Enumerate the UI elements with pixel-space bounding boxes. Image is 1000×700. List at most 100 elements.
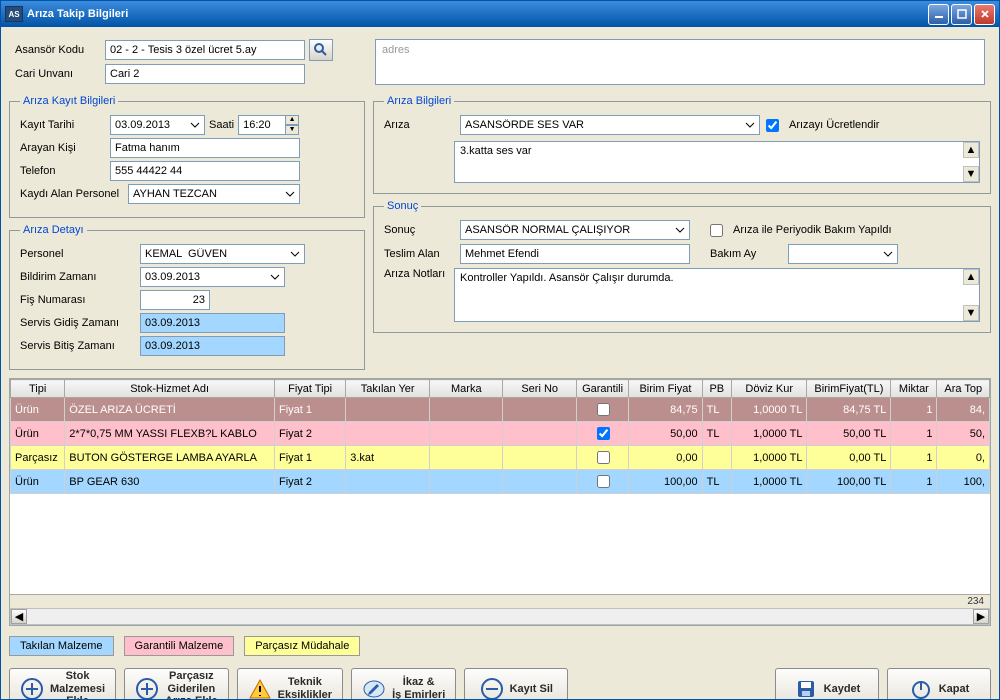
saati-label: Saati (209, 119, 234, 131)
bakim-checkbox[interactable] (710, 224, 723, 237)
col-header[interactable]: Fiyat Tipi (274, 380, 345, 398)
garantili-checkbox[interactable] (597, 451, 610, 464)
kapat-button[interactable]: Kapat (887, 668, 991, 699)
h-scrollbar[interactable]: ◀ ▶ (10, 608, 990, 625)
col-header[interactable]: PB (702, 380, 731, 398)
col-header[interactable]: Garantili (576, 380, 628, 398)
kayit-personel-label: Kaydı Alan Personel (20, 188, 128, 200)
legend-garantili: Garantili Malzeme (124, 636, 235, 656)
warning-icon (248, 677, 272, 699)
legend-takilan: Takılan Malzeme (9, 636, 114, 656)
telefon-input[interactable] (110, 161, 300, 181)
parcasiz-ekle-label: ParçasızGiderilenArıza Ekle (165, 670, 218, 699)
minus-icon (480, 677, 504, 699)
scroll-up-icon[interactable]: ▲ (963, 269, 979, 285)
notlar-text: Kontroller Yapıldı. Asansör Çalışır duru… (460, 272, 674, 284)
power-icon (909, 677, 933, 699)
detay-personel-label: Personel (20, 248, 140, 260)
scroll-down-icon[interactable]: ▼ (963, 305, 979, 321)
sonuc-group: Sonuç Sonuç Arıza ile Periyodik Bakım Ya… (373, 200, 991, 333)
detay-personel-input[interactable] (140, 244, 305, 264)
teknik-label: TeknikEksiklikler (278, 676, 332, 699)
col-header[interactable]: BirimFiyat(TL) (807, 380, 891, 398)
col-header[interactable]: Ara Top (937, 380, 990, 398)
pen-icon (362, 677, 386, 699)
fis-input[interactable] (140, 290, 210, 310)
teslim-label: Teslim Alan (384, 248, 454, 260)
items-grid[interactable]: TipiStok-Hizmet AdıFiyat TipiTakılan Yer… (9, 378, 991, 626)
ariza-detay-group: Arıza Detayı Personel Bildirim Zamanı Fi… (9, 224, 365, 370)
minimize-button[interactable] (928, 4, 949, 25)
col-header[interactable]: Tipi (11, 380, 65, 398)
teslim-input[interactable] (460, 244, 690, 264)
saati-input[interactable] (238, 115, 286, 135)
scroll-left-icon[interactable]: ◀ (11, 609, 27, 624)
col-header[interactable]: Miktar (891, 380, 937, 398)
bakimay-combo[interactable] (788, 244, 898, 264)
ikaz-button[interactable]: İkaz &İş Emirleri (351, 668, 456, 699)
kayit-tarihi-label: Kayıt Tarihi (20, 119, 110, 131)
gidis-input[interactable] (140, 313, 285, 333)
garantili-checkbox[interactable] (597, 427, 610, 440)
asansor-kodu-input[interactable] (105, 40, 305, 60)
table-row[interactable]: ÜrünBP GEAR 630Fiyat 2100,00TL1,0000 TL1… (11, 470, 990, 494)
teknik-button[interactable]: TeknikEksiklikler (237, 668, 343, 699)
table-row[interactable]: ÜrünÖZEL ARIZA ÜCRETİFiyat 184,75TL1,000… (11, 398, 990, 422)
sil-button[interactable]: Kayıt Sil (464, 668, 568, 699)
ariza-kayit-legend: Arıza Kayıt Bilgileri (20, 95, 118, 107)
col-header[interactable]: Takılan Yer (346, 380, 430, 398)
bakimay-label: Bakım Ay (710, 248, 782, 260)
col-header[interactable]: Stok-Hizmet Adı (65, 380, 275, 398)
adres-textarea[interactable]: adres (375, 39, 985, 85)
garantili-checkbox[interactable] (597, 475, 610, 488)
maximize-button[interactable] (951, 4, 972, 25)
plus-icon (20, 677, 44, 699)
kaydet-button[interactable]: Kaydet (775, 668, 879, 699)
ariza-combo[interactable] (460, 115, 760, 135)
ariza-not-text: 3.katta ses var (460, 145, 532, 157)
kayit-personel-input[interactable] (128, 184, 300, 204)
sonuc-label: Sonuç (384, 224, 454, 236)
plus-icon (135, 677, 159, 699)
stok-ekle-button[interactable]: StokMalzemesiEkle (9, 668, 116, 699)
titlebar: AS Arıza Takip Bilgileri (1, 1, 999, 27)
gidis-label: Servis Gidiş Zamanı (20, 317, 140, 329)
arayan-input[interactable] (110, 138, 300, 158)
bildirim-input[interactable] (140, 267, 285, 287)
parcasiz-ekle-button[interactable]: ParçasızGiderilenArıza Ekle (124, 668, 229, 699)
garantili-checkbox[interactable] (597, 403, 610, 416)
arayan-label: Arayan Kişi (20, 142, 110, 154)
sonuc-combo[interactable] (460, 220, 690, 240)
sonuc-legend: Sonuç (384, 200, 421, 212)
sil-label: Kayıt Sil (510, 683, 553, 696)
cari-unvan-input[interactable] (105, 64, 305, 84)
app-icon: AS (5, 6, 23, 22)
asansor-kodu-label: Asansör Kodu (15, 44, 105, 56)
telefon-label: Telefon (20, 165, 110, 177)
scroll-right-icon[interactable]: ▶ (973, 609, 989, 624)
bildirim-label: Bildirim Zamanı (20, 271, 140, 283)
spin-up[interactable]: ▲ (285, 115, 299, 125)
bakim-label: Arıza ile Periyodik Bakım Yapıldı (733, 224, 892, 236)
col-header[interactable]: Seri No (503, 380, 576, 398)
col-header[interactable]: Birim Fiyat (629, 380, 702, 398)
notlar-textarea[interactable]: Kontroller Yapıldı. Asansör Çalışır duru… (454, 268, 980, 322)
kayit-tarihi-input[interactable] (110, 115, 205, 135)
col-header[interactable]: Marka (430, 380, 503, 398)
kaydet-label: Kaydet (824, 683, 861, 696)
col-header[interactable]: Döviz Kur (731, 380, 806, 398)
close-button[interactable] (974, 4, 995, 25)
table-row[interactable]: ParçasızBUTON GÖSTERGE LAMBA AYARLAFiyat… (11, 446, 990, 470)
ucretlendir-checkbox[interactable] (766, 119, 779, 132)
ariza-kayit-group: Arıza Kayıt Bilgileri Kayıt Tarihi Saati… (9, 95, 365, 218)
scroll-down-icon[interactable]: ▼ (963, 166, 979, 182)
table-row[interactable]: Ürün2*7*0,75 MM YASSI FLEXB?L KABLOFiyat… (11, 422, 990, 446)
cari-unvan-label: Cari Unvanı (15, 68, 105, 80)
spin-down[interactable]: ▼ (285, 125, 299, 135)
scroll-up-icon[interactable]: ▲ (963, 142, 979, 158)
kapat-label: Kapat (939, 683, 970, 696)
bitis-input[interactable] (140, 336, 285, 356)
ariza-not-textarea[interactable]: 3.katta ses var ▲ ▼ (454, 141, 980, 183)
lookup-button[interactable] (309, 39, 333, 61)
ariza-bilgileri-group: Arıza Bilgileri Arıza Arızayı Ücretlendi… (373, 95, 991, 194)
